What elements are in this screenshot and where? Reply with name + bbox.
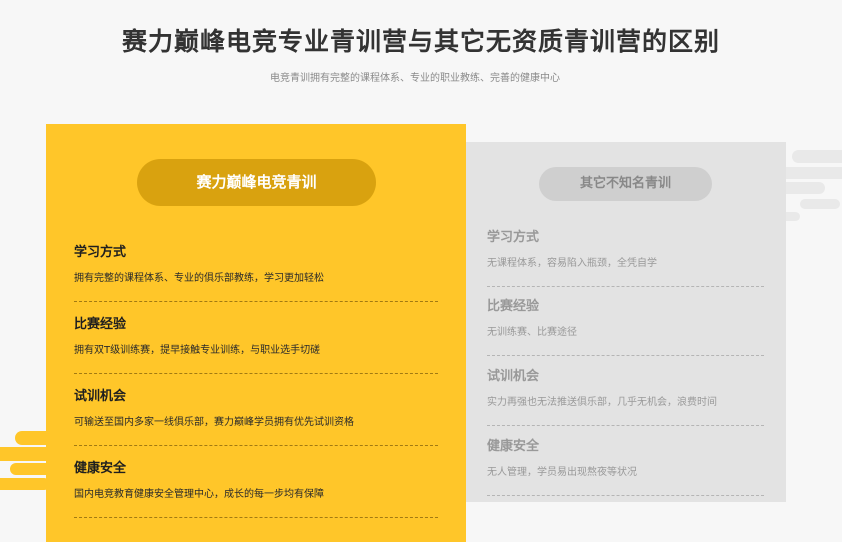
item-desc: 国内电竞教育健康安全管理中心，成长的每一步均有保障 <box>74 489 324 500</box>
item-title: 学习方式 <box>74 245 127 260</box>
ours-item: 健康安全 国内电竞教育健康安全管理中心，成长的每一步均有保障 <box>74 457 438 518</box>
page-title: 赛力巅峰电竞专业青训营与其它无资质青训营的区别 <box>121 27 720 56</box>
divider <box>487 355 764 356</box>
decor-stripe <box>0 478 50 490</box>
item-desc: 无训练赛、比赛途径 <box>487 327 577 338</box>
item-title: 试训机会 <box>487 369 540 384</box>
others-item: 试训机会 实力再强也无法推送俱乐部，几乎无机会，浪费时间 <box>487 365 764 426</box>
item-desc: 无人管理，学员易出现熬夜等状况 <box>487 467 637 478</box>
others-item: 健康安全 无人管理，学员易出现熬夜等状况 <box>487 435 764 496</box>
item-desc: 可输送至国内多家一线俱乐部，赛力巅峰学员拥有优先试训资格 <box>74 417 354 428</box>
divider <box>74 373 438 374</box>
item-desc: 拥有双T级训练赛，提早接触专业训练，与职业选手切磋 <box>74 345 321 356</box>
divider <box>74 517 438 518</box>
page-subtitle: 电竞青训拥有完整的课程体系、专业的职业教练、完善的健康中心 <box>270 73 560 84</box>
others-item: 比赛经验 无训练赛、比赛途径 <box>487 295 764 356</box>
divider <box>487 425 764 426</box>
ours-item: 比赛经验 拥有双T级训练赛，提早接触专业训练，与职业选手切磋 <box>74 313 438 374</box>
divider <box>74 301 438 302</box>
divider <box>487 495 764 496</box>
item-title: 试训机会 <box>74 389 127 404</box>
others-label-pill: 其它不知名青训 <box>539 167 712 201</box>
divider <box>74 445 438 446</box>
item-title: 健康安全 <box>487 439 540 454</box>
decor-stripe <box>780 182 825 194</box>
ours-label-pill: 赛力巅峰电竞青训 <box>137 159 376 206</box>
item-title: 学习方式 <box>487 230 540 245</box>
item-desc: 无课程体系，容易陷入瓶颈，全凭自学 <box>487 258 657 269</box>
item-title: 比赛经验 <box>487 299 540 314</box>
divider <box>487 286 764 287</box>
item-title: 比赛经验 <box>74 317 127 332</box>
decor-stripe <box>792 150 842 163</box>
ours-item: 试训机会 可输送至国内多家一线俱乐部，赛力巅峰学员拥有优先试训资格 <box>74 385 438 446</box>
others-item: 学习方式 无课程体系，容易陷入瓶颈，全凭自学 <box>487 226 764 287</box>
ours-item: 学习方式 拥有完整的课程体系、专业的俱乐部教练，学习更加轻松 <box>74 241 438 302</box>
decor-stripe <box>800 199 840 209</box>
item-desc: 实力再强也无法推送俱乐部，几乎无机会，浪费时间 <box>487 397 717 408</box>
item-title: 健康安全 <box>74 461 127 476</box>
item-desc: 拥有完整的课程体系、专业的俱乐部教练，学习更加轻松 <box>74 273 324 284</box>
